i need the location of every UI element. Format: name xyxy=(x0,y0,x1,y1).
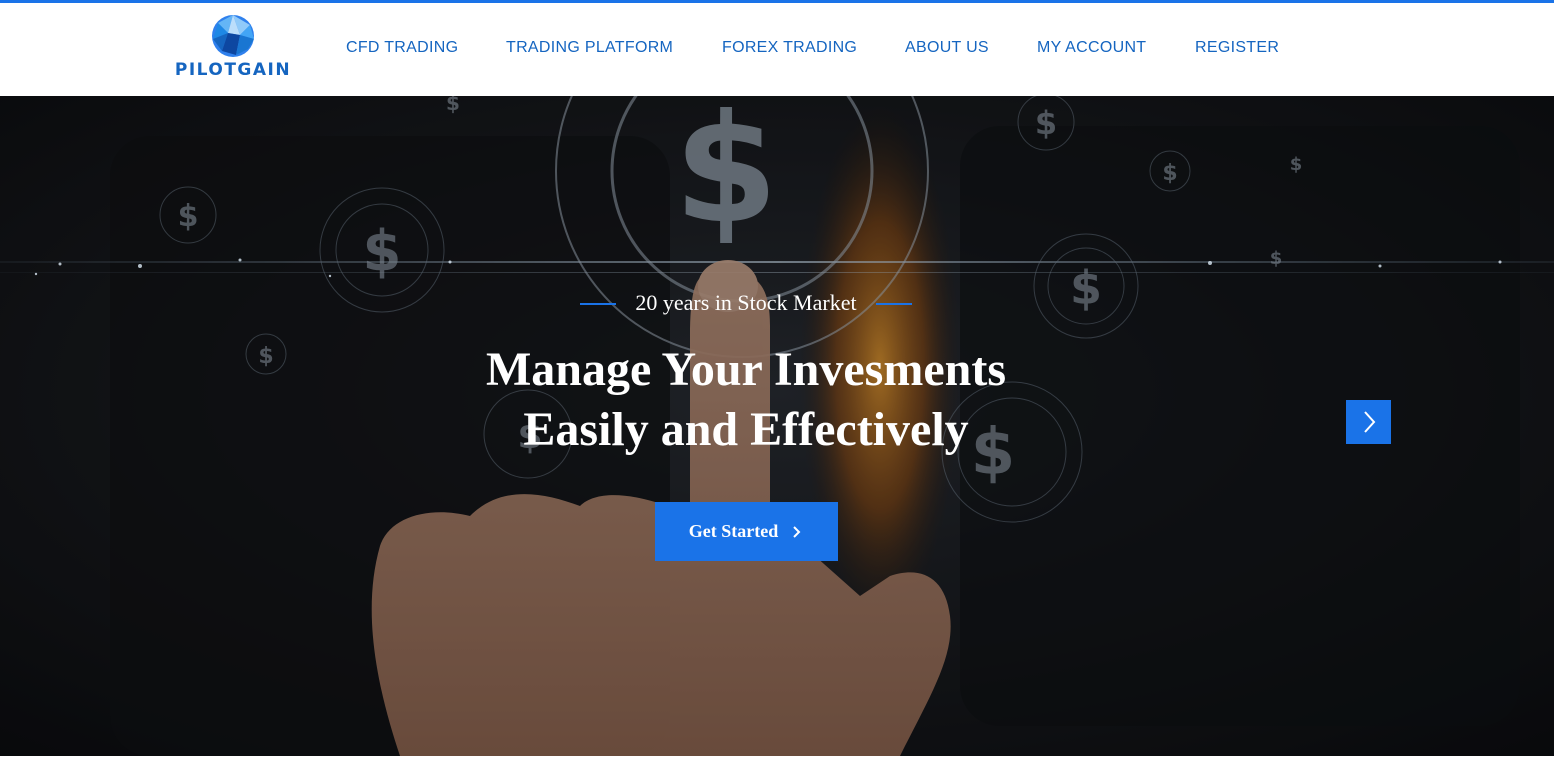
nav-item-about-us[interactable]: ABOUT US xyxy=(905,39,989,57)
chevron-right-icon xyxy=(1363,411,1375,433)
hero-headline: Manage Your Invesments Easily and Effect… xyxy=(420,340,1072,460)
faceted-globe-icon xyxy=(212,15,254,57)
nav-item-cfd-trading[interactable]: CFD TRADING xyxy=(346,39,458,57)
nav-item-my-account[interactable]: MY ACCOUNT xyxy=(1037,39,1146,57)
hero-eyebrow-text: 20 years in Stock Market xyxy=(635,290,857,315)
get-started-button[interactable]: Get Started xyxy=(655,502,838,561)
nav-item-trading-platform[interactable]: TRADING PLATFORM xyxy=(506,39,673,57)
logo[interactable]: PILOTGAIN xyxy=(168,13,298,83)
slider-next-button[interactable] xyxy=(1346,400,1391,444)
nav-item-forex-trading[interactable]: FOREX TRADING xyxy=(722,39,857,57)
nav-item-register[interactable]: REGISTER xyxy=(1195,39,1279,57)
hero-eyebrow: 20 years in Stock Market xyxy=(580,290,912,318)
hero-content: 20 years in Stock Market Manage Your Inv… xyxy=(0,96,1554,756)
brand-name: PILOTGAIN xyxy=(174,60,292,80)
get-started-label: Get Started xyxy=(688,521,779,541)
page-below-hero xyxy=(0,756,1554,780)
hero-headline-line-2: Easily and Effectively xyxy=(523,403,969,456)
chevron-right-icon xyxy=(793,525,801,538)
site-header: PILOTGAIN CFD TRADING TRADING PLATFORM F… xyxy=(0,3,1554,96)
hero-slider: $ $ $ $ $ $ $ $ $ $ $ $ 20 years in Stoc… xyxy=(0,96,1554,756)
eyebrow-line-right xyxy=(876,303,912,305)
hero-headline-line-1: Manage Your Invesments xyxy=(485,343,1006,396)
